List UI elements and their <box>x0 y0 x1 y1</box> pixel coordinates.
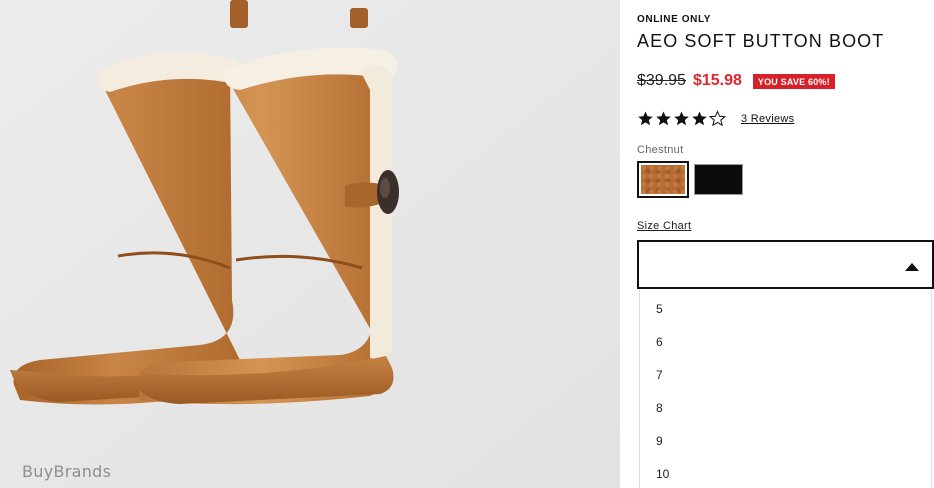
boots-illustration <box>0 0 620 488</box>
save-badge: YOU SAVE 60%! <box>752 73 835 89</box>
watermark: BuyBrands <box>22 462 112 481</box>
swatch-chestnut[interactable] <box>637 161 689 198</box>
color-label: Chestnut <box>637 144 684 156</box>
size-option-7[interactable]: 7 <box>656 368 663 382</box>
product-title: AEO SOFT BUTTON BOOT <box>637 31 885 51</box>
swatch-fill <box>641 165 685 194</box>
price-original: $39.95 <box>637 72 686 89</box>
rating-row: 3 Reviews <box>637 110 794 127</box>
size-option-8[interactable]: 8 <box>656 401 663 415</box>
caret-up-icon <box>905 263 919 271</box>
star-empty-icon <box>709 110 726 127</box>
star-rating <box>637 110 727 127</box>
product-image[interactable]: BuyBrands <box>0 0 620 488</box>
price-row: $39.95 $15.98 YOU SAVE 60%! <box>637 71 835 91</box>
size-option-5[interactable]: 5 <box>656 302 663 316</box>
star-filled-icon <box>674 111 689 126</box>
size-option-10[interactable]: 10 <box>656 467 669 481</box>
star-filled-icon <box>656 111 671 126</box>
star-filled-icon <box>638 111 653 126</box>
online-only-badge: ONLINE ONLY <box>637 14 712 25</box>
size-chart-link[interactable]: Size Chart <box>637 220 691 232</box>
star-filled-icon <box>692 111 707 126</box>
size-options-list: 5 6 7 8 9 10 <box>639 289 932 488</box>
swatch-black[interactable] <box>694 164 743 195</box>
product-details: ONLINE ONLY AEO SOFT BUTTON BOOT $39.95 … <box>637 0 934 488</box>
size-select[interactable] <box>637 240 934 289</box>
price-sale: $15.98 <box>692 72 742 89</box>
size-option-9[interactable]: 9 <box>656 434 663 448</box>
reviews-link[interactable]: 3 Reviews <box>741 113 794 125</box>
size-option-6[interactable]: 6 <box>656 335 663 349</box>
